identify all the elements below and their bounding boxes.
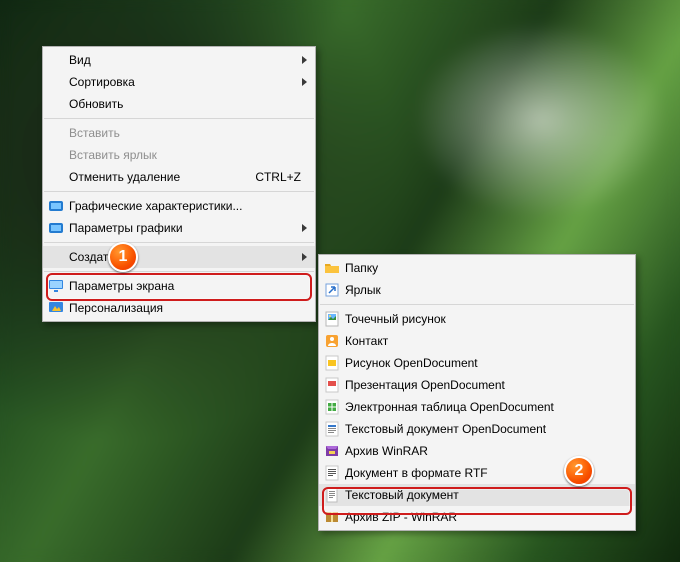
menu-item-label: Параметры графики <box>69 217 301 239</box>
submenu-item-контакт[interactable]: Контакт <box>319 330 635 352</box>
context-menu-primary: ВидСортировкаОбновить ВставитьВставить яр… <box>42 46 316 322</box>
badge-2: 2 <box>564 456 594 486</box>
odt-icon <box>319 421 345 437</box>
ctx-item-вставить-ярлык: Вставить ярлык <box>43 144 315 166</box>
submenu-item-электронная-таблица-opendocument[interactable]: Электронная таблица OpenDocument <box>319 396 635 418</box>
zip-icon <box>319 509 345 525</box>
contact-icon <box>319 333 345 349</box>
ctx-item-обновить[interactable]: Обновить <box>43 93 315 115</box>
submenu-item-текстовый-документ-opendocument[interactable]: Текстовый документ OpenDocument <box>319 418 635 440</box>
ctx-item-вид[interactable]: Вид <box>43 49 315 71</box>
rar-icon <box>319 443 345 459</box>
menu-item-label: Графические характеристики... <box>69 195 301 217</box>
ctx-item-вставить: Вставить <box>43 122 315 144</box>
menu-item-label: Презентация OpenDocument <box>345 374 621 396</box>
ctx-item-параметры-графики[interactable]: Параметры графики <box>43 217 315 239</box>
ctx-item-параметры-экрана[interactable]: Параметры экрана <box>43 275 315 297</box>
ctx-item-персонализация[interactable]: Персонализация <box>43 297 315 319</box>
txt-icon <box>319 487 345 503</box>
menu-item-label: Контакт <box>345 330 621 352</box>
ctx-item-создать[interactable]: Создать <box>43 246 315 268</box>
ods-icon <box>319 399 345 415</box>
menu-item-hotkey: CTRL+Z <box>231 166 301 188</box>
intel-icon <box>43 198 69 214</box>
submenu-item-ярлык[interactable]: Ярлык <box>319 279 635 301</box>
menu-item-label: Архив ZIP - WinRAR <box>345 506 621 528</box>
ctx-item-отменить-удаление[interactable]: Отменить удалениеCTRL+Z <box>43 166 315 188</box>
menu-item-label: Текстовый документ <box>345 484 621 506</box>
menu-item-label: Отменить удаление <box>69 166 231 188</box>
submenu-separator <box>320 304 634 305</box>
context-menu-create-submenu: ПапкуЯрлык Точечный рисунокКонтактРисунок… <box>318 254 636 531</box>
odp-icon <box>319 377 345 393</box>
folder-icon <box>319 260 345 276</box>
menu-item-label: Параметры экрана <box>69 275 301 297</box>
submenu-item-рисунок-opendocument[interactable]: Рисунок OpenDocument <box>319 352 635 374</box>
badge-1: 1 <box>108 242 138 272</box>
menu-item-label: Папку <box>345 257 621 279</box>
ctx-separator <box>44 118 314 119</box>
menu-item-label: Персонализация <box>69 297 301 319</box>
bmp-icon <box>319 311 345 327</box>
submenu-item-папку[interactable]: Папку <box>319 257 635 279</box>
submenu-item-текстовый-документ[interactable]: Текстовый документ <box>319 484 635 506</box>
menu-item-label: Точечный рисунок <box>345 308 621 330</box>
rtf-icon <box>319 465 345 481</box>
menu-item-label: Вид <box>69 49 301 71</box>
ctx-separator <box>44 191 314 192</box>
ctx-item-сортировка[interactable]: Сортировка <box>43 71 315 93</box>
menu-item-label: Вставить ярлык <box>69 144 301 166</box>
menu-item-label: Электронная таблица OpenDocument <box>345 396 621 418</box>
intel-icon <box>43 220 69 236</box>
ctx-separator <box>44 271 314 272</box>
menu-item-label: Текстовый документ OpenDocument <box>345 418 621 440</box>
personalize-icon <box>43 300 69 316</box>
display-icon <box>43 278 69 294</box>
menu-item-label: Рисунок OpenDocument <box>345 352 621 374</box>
odg-icon <box>319 355 345 371</box>
menu-item-label: Создать <box>69 246 301 268</box>
menu-item-label: Сортировка <box>69 71 301 93</box>
ctx-separator <box>44 242 314 243</box>
submenu-item-презентация-opendocument[interactable]: Презентация OpenDocument <box>319 374 635 396</box>
ctx-item-графические-характеристики[interactable]: Графические характеристики... <box>43 195 315 217</box>
desktop-background: ВидСортировкаОбновить ВставитьВставить яр… <box>0 0 680 562</box>
submenu-item-архив-zip-winrar[interactable]: Архив ZIP - WinRAR <box>319 506 635 528</box>
submenu-item-точечный-рисунок[interactable]: Точечный рисунок <box>319 308 635 330</box>
menu-item-label: Обновить <box>69 93 301 115</box>
shortcut-icon <box>319 282 345 298</box>
menu-item-label: Вставить <box>69 122 301 144</box>
menu-item-label: Ярлык <box>345 279 621 301</box>
